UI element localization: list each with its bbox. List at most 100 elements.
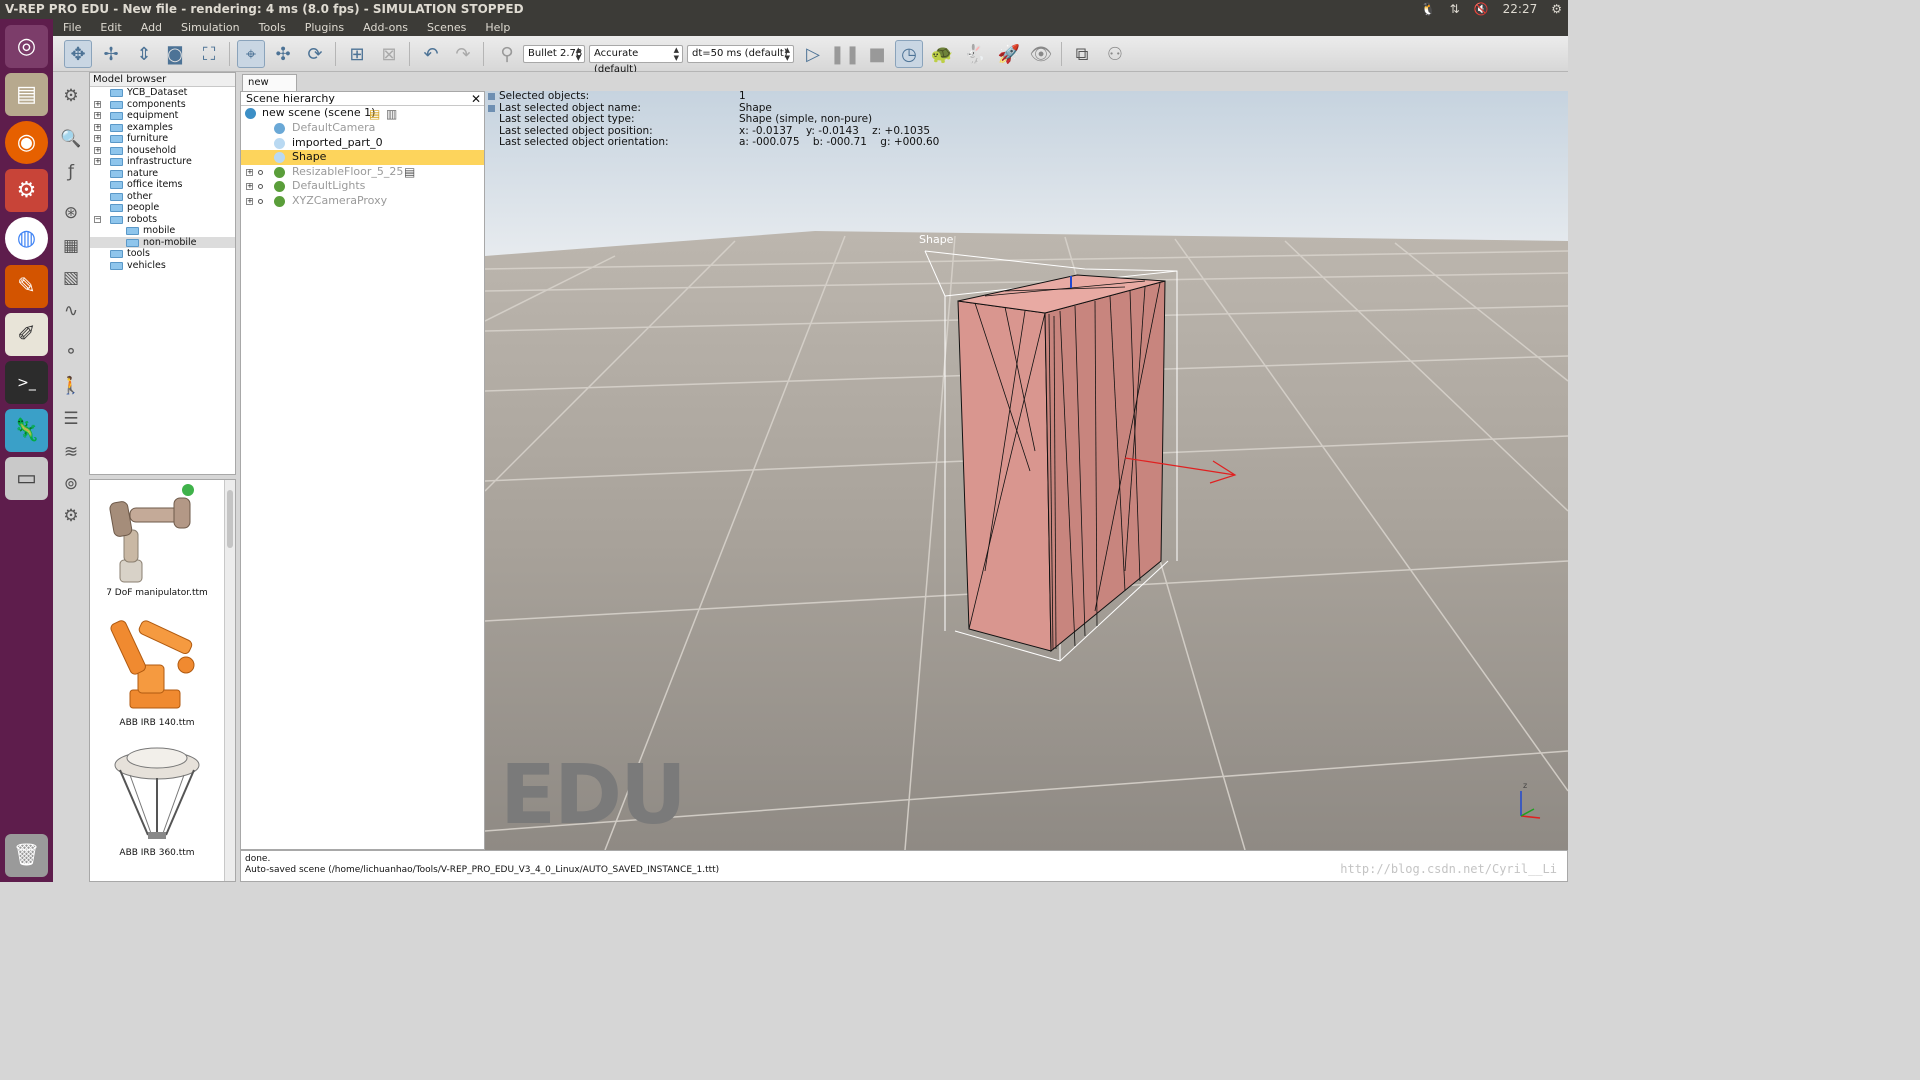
close-icon[interactable]: ✕: [471, 92, 481, 106]
model-folder[interactable]: other: [90, 191, 235, 203]
assemble-icon[interactable]: ⊞: [343, 40, 371, 68]
model-thumb-7dof[interactable]: 7 DoF manipulator.ttm: [90, 480, 224, 605]
object-rotate-icon[interactable]: ⟳: [301, 40, 329, 68]
fit-to-view-icon[interactable]: ⛶: [195, 40, 223, 68]
tux-icon[interactable]: 🐧: [1421, 0, 1436, 19]
model-browser-toggle-icon[interactable]: 🚶: [59, 374, 83, 398]
model-folder[interactable]: + equipment: [90, 110, 235, 122]
redo-icon[interactable]: ↷: [449, 40, 477, 68]
visualization-toggle-icon[interactable]: 👁: [1027, 40, 1055, 68]
info-toggle-icon[interactable]: [488, 104, 495, 112]
real-time-mode-icon[interactable]: ◷: [895, 40, 923, 68]
click-selection-icon[interactable]: ⌖: [237, 40, 265, 68]
script-icon[interactable]: ▤: [369, 107, 380, 122]
model-folder[interactable]: nature: [90, 168, 235, 180]
script-icon[interactable]: ƒ: [59, 160, 83, 184]
menu-tools[interactable]: Tools: [259, 19, 286, 36]
model-folder[interactable]: mobile: [90, 225, 235, 237]
model-folder[interactable]: people: [90, 202, 235, 214]
object-properties-icon[interactable]: ▧: [59, 266, 83, 290]
accuracy-select[interactable]: Accurate (default) ▲ ▼: [589, 45, 683, 75]
model-folder[interactable]: + infrastructure: [90, 156, 235, 168]
thread-rendering-icon[interactable]: 🚀: [995, 40, 1023, 68]
terminal-icon[interactable]: >_: [5, 361, 48, 404]
engine-select[interactable]: Bullet 2.78 ▲ ▼: [523, 45, 585, 63]
path-edit-icon[interactable]: ∿: [59, 299, 83, 323]
tab-new-scene[interactable]: new scene: [242, 74, 297, 103]
layer-stack-icon[interactable]: ≋: [59, 440, 83, 464]
model-thumb-abb-irb-140[interactable]: ABB IRB 140.ttm: [90, 610, 224, 735]
camera-shift-icon[interactable]: ⇕: [130, 40, 158, 68]
model-thumb-abb-irb-360[interactable]: ABB IRB 360.ttm: [90, 740, 224, 865]
system-settings-icon[interactable]: ⚙: [5, 169, 48, 212]
model-folder[interactable]: + household: [90, 145, 235, 157]
scene-viewport[interactable]: z Shape Selected objects: 1 Last selected …: [485, 91, 1568, 850]
transfer-dna-icon[interactable]: ⊠: [375, 40, 403, 68]
model-folder[interactable]: YCB_Dataset: [90, 87, 235, 99]
mendeley-icon[interactable]: ✎: [5, 265, 48, 308]
shape-edit-icon[interactable]: ⊛: [59, 201, 83, 225]
expand-icon[interactable]: +: [94, 123, 101, 131]
hierarchy-item[interactable]: DefaultCamera: [241, 121, 484, 136]
thumbnails-scrollbar[interactable]: [224, 480, 235, 881]
menu-add-ons[interactable]: Add-ons: [363, 19, 408, 36]
expand-icon[interactable]: +: [94, 135, 101, 142]
script-icon[interactable]: ▤: [404, 165, 415, 180]
file-manager-icon[interactable]: ▤: [5, 73, 48, 116]
menu-file[interactable]: File: [63, 19, 81, 36]
customization-script-icon[interactable]: ▥: [386, 107, 397, 122]
expand-icon[interactable]: +: [94, 158, 101, 165]
expand-icon[interactable]: +: [94, 146, 101, 154]
scrollbar-thumb[interactable]: [227, 490, 233, 548]
menu-simulation[interactable]: Simulation: [181, 19, 240, 36]
timestep-select[interactable]: dt=50 ms (default) ▲ ▼: [687, 45, 794, 63]
model-folder[interactable]: tools: [90, 248, 235, 260]
camera-angle-icon[interactable]: ◙: [161, 40, 189, 68]
menu-plugins[interactable]: Plugins: [305, 19, 344, 36]
user-settings-icon[interactable]: ⚙: [59, 504, 83, 528]
model-folder[interactable]: − robots: [90, 214, 235, 226]
camera-rotate-icon[interactable]: ✢: [97, 40, 125, 68]
scene-hierarchy-toggle-icon[interactable]: ☰: [59, 407, 83, 431]
disk-drive-icon[interactable]: ▭: [5, 457, 48, 500]
info-toggle-icon[interactable]: [488, 93, 495, 100]
menu-scenes[interactable]: Scenes: [427, 19, 466, 36]
simulation-settings-icon[interactable]: ⚙: [59, 84, 83, 108]
volume-icon[interactable]: 🔇: [1474, 0, 1489, 19]
hierarchy-root[interactable]: new scene (scene 1) ▤ ▥: [241, 106, 484, 121]
model-folder[interactable]: + components: [90, 99, 235, 111]
settings-gear-icon[interactable]: ⚙: [1551, 0, 1562, 19]
speed-up-icon[interactable]: 🐇: [961, 40, 989, 68]
status-console[interactable]: done. Auto-saved scene (/home/lichuanhao…: [240, 850, 1568, 882]
expand-icon[interactable]: +: [246, 183, 253, 191]
camera-pan-icon[interactable]: ✥: [64, 40, 92, 68]
hierarchy-item[interactable]: imported_part_0: [241, 136, 484, 151]
page-selector-icon[interactable]: ⧉: [1068, 40, 1096, 68]
start-simulation-icon[interactable]: ▷: [799, 40, 827, 68]
expand-icon[interactable]: +: [246, 198, 253, 205]
expand-icon[interactable]: +: [94, 100, 101, 108]
model-folder[interactable]: vehicles: [90, 260, 235, 272]
stop-simulation-icon[interactable]: ■: [863, 40, 891, 68]
model-folder[interactable]: office items: [90, 179, 235, 191]
clock[interactable]: 22:27: [1503, 0, 1538, 19]
collections-icon[interactable]: ⚬: [59, 340, 83, 364]
scene-3d-render[interactable]: z Shape: [485, 91, 1568, 850]
vrep-icon[interactable]: 🦎: [5, 409, 48, 452]
expand-icon[interactable]: +: [94, 112, 101, 119]
trash-icon[interactable]: 🗑: [5, 834, 48, 877]
object-shift-icon[interactable]: ✣: [269, 40, 297, 68]
video-recorder-icon[interactable]: ⊚: [59, 472, 83, 496]
network-icon[interactable]: ⇅: [1450, 0, 1460, 19]
hierarchy-item[interactable]: + ResizableFloor_5_25 ▤: [241, 165, 484, 180]
ubuntu-dash-icon[interactable]: ◎: [5, 25, 48, 68]
dynamics-engine-icon[interactable]: ⚲: [493, 40, 521, 68]
slow-down-icon[interactable]: 🐢: [928, 40, 956, 68]
pause-simulation-icon[interactable]: ❚❚: [830, 40, 860, 68]
search-icon[interactable]: 🔍: [59, 127, 83, 151]
model-folder[interactable]: non-mobile: [90, 236, 235, 248]
layers-icon[interactable]: ▦: [59, 234, 83, 258]
chrome-icon[interactable]: ◍: [5, 217, 48, 260]
model-folder[interactable]: + furniture: [90, 133, 235, 145]
expand-icon[interactable]: +: [246, 168, 253, 176]
